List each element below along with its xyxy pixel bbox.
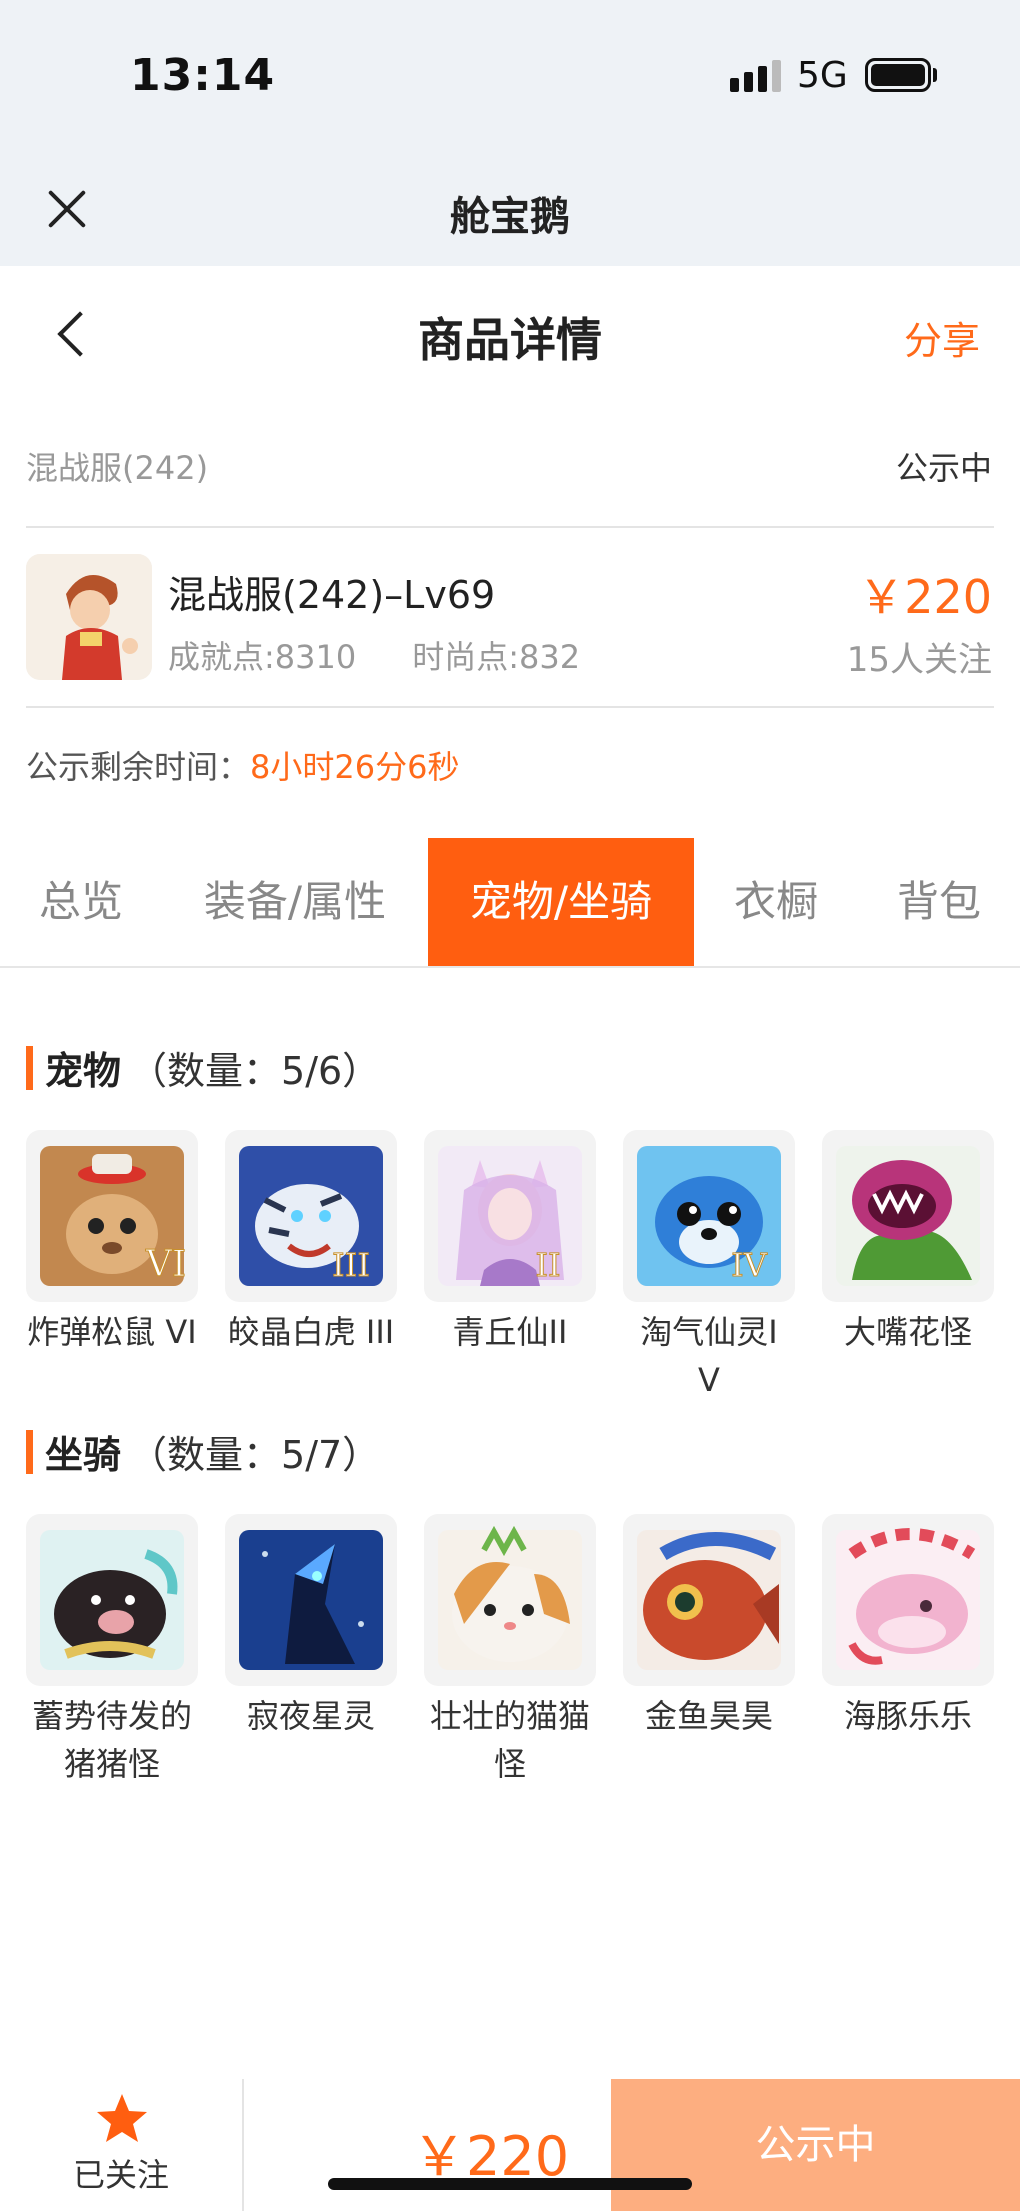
product-price: ￥220 [858, 570, 992, 624]
mount-name: 蓄势待发的 猪猪怪 [31, 1697, 192, 1783]
section-marker [26, 1045, 33, 1090]
product-stats: 成就点:8310 时尚点:832 [168, 632, 580, 678]
pets-section-header: 宠物 （数量：5/6） [26, 1040, 380, 1095]
countdown: 公示剩余时间：8小时26分6秒 [26, 742, 459, 788]
pets-count: （数量：5/6） [129, 1049, 381, 1093]
mount-name: 壮壮的猫猫怪 [429, 1697, 590, 1783]
section-marker [26, 1429, 33, 1474]
mount-image [424, 1514, 596, 1686]
mounts-section-header: 坐骑 （数量：5/7） [26, 1424, 380, 1479]
signal-icon [730, 60, 782, 92]
battery-icon [865, 58, 931, 92]
tab-wardrobe[interactable]: 衣橱 [694, 838, 858, 966]
app-title: 舱宝鹅 [450, 194, 570, 240]
tab-overview[interactable]: 总览 [0, 838, 162, 966]
product-name: 混战服(242)–Lv69 [168, 573, 496, 617]
pet-image: III [225, 1130, 397, 1302]
mount-card[interactable]: 金鱼昊昊 [623, 1514, 795, 1788]
mount-name: 寂夜星灵 [246, 1697, 375, 1735]
mount-name: 海豚乐乐 [843, 1697, 972, 1735]
server-name: 混战服(242) [26, 449, 209, 487]
battery-tip [933, 68, 937, 82]
pet-name: 炸弹松鼠 VI [27, 1313, 197, 1351]
mount-image [623, 1514, 795, 1686]
pet-name: 淘气仙灵I V [640, 1313, 778, 1399]
tab-pets-mounts[interactable]: 宠物/坐骑 [428, 838, 694, 966]
countdown-value: 8小时26分6秒 [250, 748, 460, 786]
follower-count: 15人关注 [846, 640, 992, 680]
mount-card[interactable]: 海豚乐乐 [822, 1514, 994, 1788]
pet-card[interactable]: 大嘴花怪 [822, 1130, 994, 1404]
pets-grid: VI 炸弹松鼠 VI III 皎晶白虎 III II 青丘仙II IV 淘气仙灵… [26, 1130, 994, 1404]
divider [26, 526, 994, 528]
pet-image: VI [26, 1130, 198, 1302]
public-status-button[interactable]: 公示中 [611, 2079, 1020, 2211]
pet-image: II [424, 1130, 596, 1302]
public-status: 公示中 [895, 449, 992, 487]
achievement-points: 成就点:8310 [168, 638, 357, 676]
follow-label[interactable]: 已关注 [0, 2150, 242, 2196]
divider [26, 706, 994, 708]
svg-text:II: II [535, 1246, 560, 1284]
mount-image [822, 1514, 994, 1686]
mount-card[interactable]: 壮壮的猫猫怪 [424, 1514, 596, 1788]
mount-name: 金鱼昊昊 [644, 1697, 773, 1735]
pet-card[interactable]: III 皎晶白虎 III [225, 1130, 397, 1404]
character-avatar [26, 554, 152, 680]
mounts-title: 坐骑 [45, 1433, 122, 1477]
mount-image [26, 1514, 198, 1686]
pet-card[interactable]: II 青丘仙II [424, 1130, 596, 1404]
countdown-label: 公示剩余时间： [26, 748, 251, 786]
svg-text:IV: IV [731, 1246, 768, 1284]
svg-text:III: III [332, 1246, 370, 1284]
status-time: 13:14 [130, 50, 276, 101]
pets-title: 宠物 [45, 1049, 122, 1093]
mounts-grid: 蓄势待发的 猪猪怪 寂夜星灵 壮壮的猫猫怪 金鱼昊昊 海豚乐乐 [26, 1514, 994, 1788]
pet-image: IV [623, 1130, 795, 1302]
network-label: 5G [797, 55, 848, 96]
tab-equipment[interactable]: 装备/属性 [162, 838, 428, 966]
mount-card[interactable]: 寂夜星灵 [225, 1514, 397, 1788]
bottom-divider [242, 2079, 244, 2211]
home-indicator[interactable] [328, 2178, 692, 2190]
pet-card[interactable]: IV 淘气仙灵I V [623, 1130, 795, 1404]
tab-backpack[interactable]: 背包 [858, 838, 1020, 966]
pet-image [822, 1130, 994, 1302]
pet-name: 青丘仙II [452, 1313, 568, 1351]
share-button[interactable]: 分享 [904, 310, 980, 365]
star-icon[interactable] [95, 2092, 149, 2146]
tab-bar: 总览 装备/属性 宠物/坐骑 衣橱 背包 [0, 838, 1020, 968]
pet-card[interactable]: VI 炸弹松鼠 VI [26, 1130, 198, 1404]
mounts-count: （数量：5/7） [129, 1433, 381, 1477]
mount-card[interactable]: 蓄势待发的 猪猪怪 [26, 1514, 198, 1788]
svg-text:VI: VI [145, 1244, 186, 1285]
pet-name: 大嘴花怪 [843, 1313, 972, 1351]
mount-image [225, 1514, 397, 1686]
page-title: 商品详情 [418, 313, 602, 367]
fashion-points: 时尚点:832 [412, 638, 581, 676]
pet-name: 皎晶白虎 III [227, 1313, 395, 1351]
